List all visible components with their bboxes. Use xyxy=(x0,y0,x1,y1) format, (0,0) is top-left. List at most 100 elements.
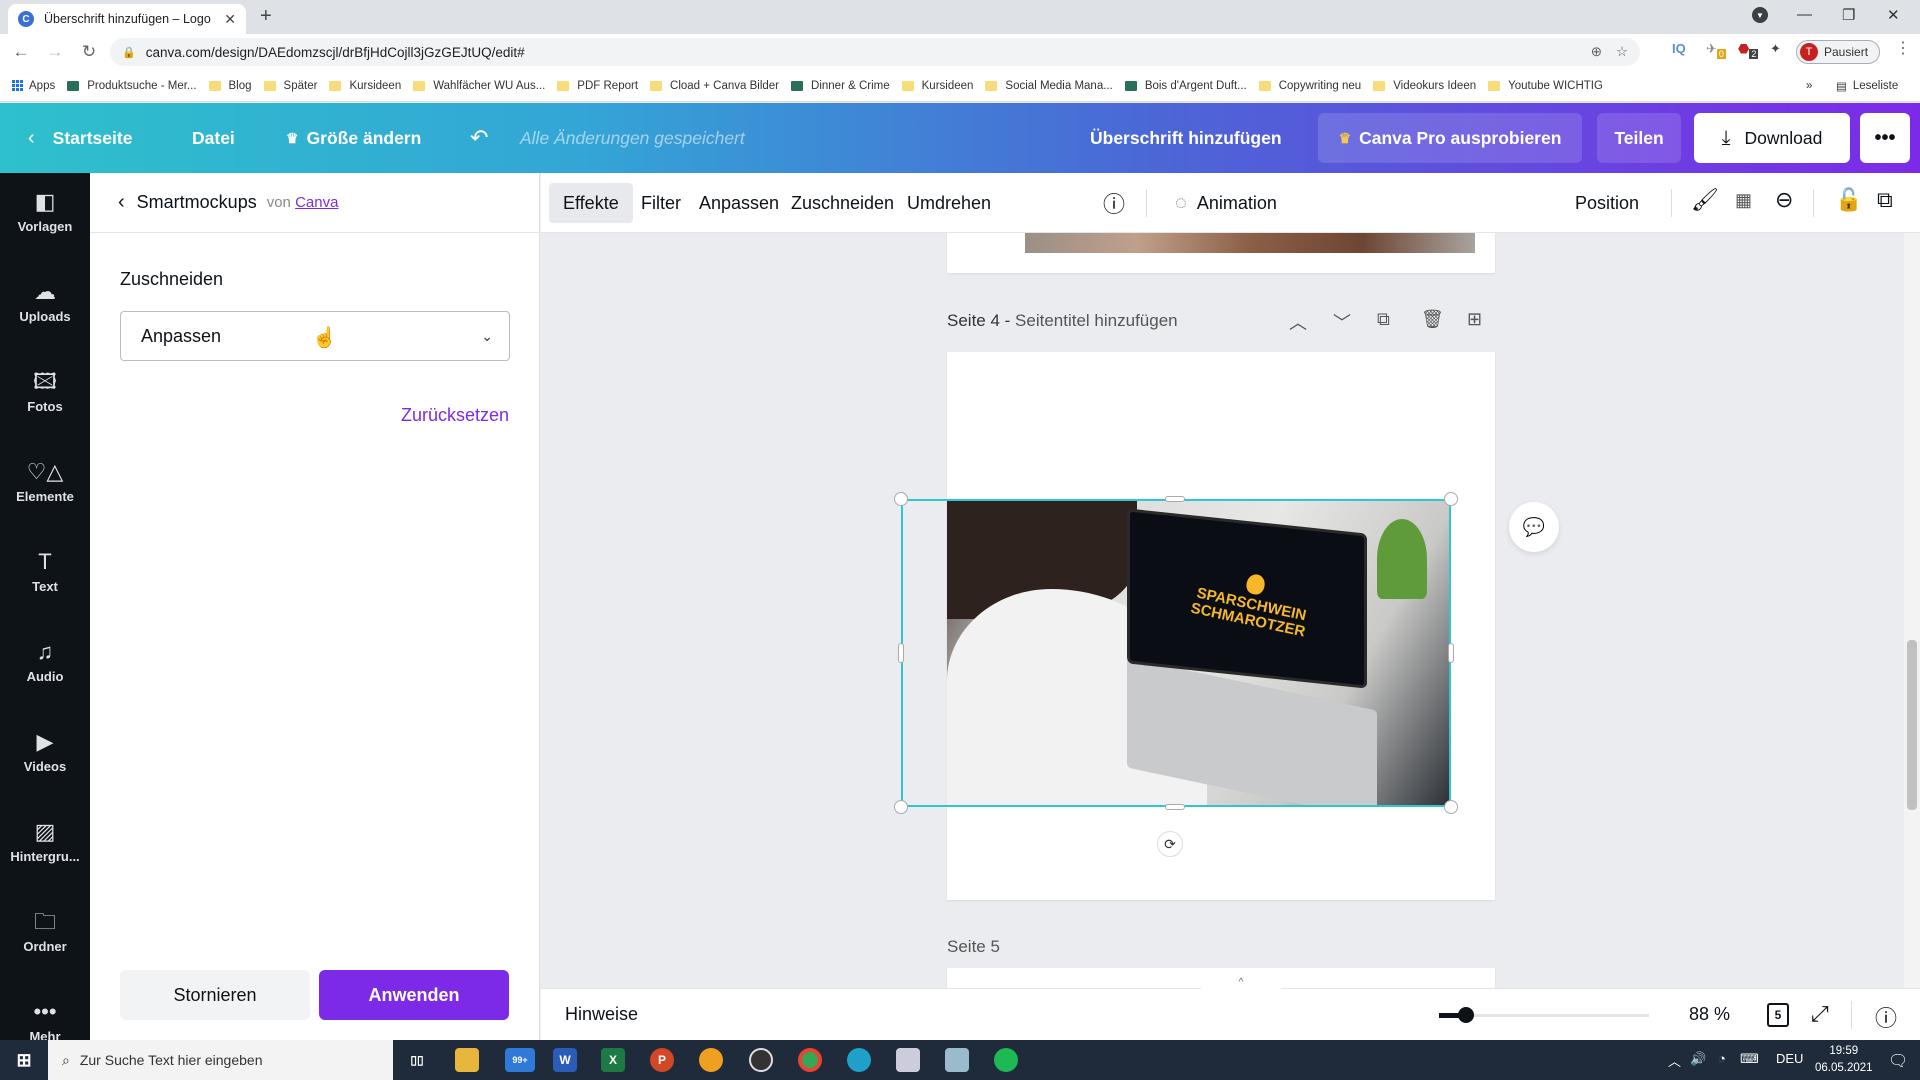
bookmark-star-icon[interactable]: ☆ xyxy=(1616,44,1628,60)
fullscreen-icon[interactable]: ⤢ xyxy=(1811,1001,1829,1027)
design-title[interactable]: Überschrift hinzufügen xyxy=(1090,103,1282,173)
close-window-button[interactable]: ✕ xyxy=(1887,6,1900,24)
file-explorer-icon[interactable] xyxy=(455,1048,479,1072)
chrome-icon[interactable] xyxy=(798,1048,822,1072)
app-icon[interactable] xyxy=(896,1048,920,1072)
bookmark-item[interactable]: Social Media Mana... xyxy=(985,80,1113,92)
new-tab-button[interactable]: + xyxy=(260,5,272,28)
browser-menu-icon[interactable]: ⋮ xyxy=(1895,38,1911,58)
page-count-button[interactable]: 5 xyxy=(1767,1003,1789,1027)
close-tab-icon[interactable]: ✕ xyxy=(224,11,236,28)
taskbar-search[interactable]: ⌕ Zur Suche Text hier eingeben xyxy=(48,1040,393,1080)
language-indicator[interactable]: DEU xyxy=(1776,1051,1803,1066)
sidebar-item-ordner[interactable]: 🗀 Ordner xyxy=(0,907,90,987)
word-icon[interactable]: W xyxy=(553,1048,577,1072)
excel-icon[interactable]: X xyxy=(601,1048,625,1072)
restore-button[interactable]: ❐ xyxy=(1842,6,1855,24)
resize-handle-right[interactable] xyxy=(1448,643,1454,663)
paint-roller-icon[interactable]: 🖌 xyxy=(1691,187,1719,213)
minimize-button[interactable]: — xyxy=(1797,6,1812,23)
bookmark-item[interactable]: Blog xyxy=(208,80,252,92)
zoom-page-icon[interactable]: ⊕ xyxy=(1591,44,1602,60)
move-page-up-icon[interactable]: ︿ xyxy=(1289,309,1307,335)
obs-icon[interactable] xyxy=(749,1048,773,1072)
page-3[interactable] xyxy=(947,233,1495,273)
bookmark-item[interactable]: Dinner & Crime xyxy=(791,80,890,92)
resize-handle-bottom-left[interactable] xyxy=(894,800,908,814)
resize-handle-top[interactable] xyxy=(1165,496,1185,502)
app-icon[interactable] xyxy=(945,1048,969,1072)
reload-icon[interactable]: ↻ xyxy=(76,42,102,62)
share-button[interactable]: Teilen xyxy=(1597,113,1681,163)
browser-tab[interactable]: C Überschrift hinzufügen – Logo ✕ xyxy=(8,4,246,34)
expand-pages-button[interactable]: ^ xyxy=(1201,977,1281,991)
zoom-percent[interactable]: 88 % xyxy=(1689,1004,1730,1025)
extensions-puzzle-icon[interactable]: ✦ xyxy=(1770,41,1781,57)
tab-zuschneiden[interactable]: Zuschneiden xyxy=(777,183,908,223)
scrollbar-thumb[interactable] xyxy=(1907,640,1917,810)
mail-icon[interactable]: 99+ xyxy=(505,1048,535,1072)
reset-link[interactable]: Zurücksetzen xyxy=(401,405,509,426)
bookmark-item[interactable]: Kursideen xyxy=(901,80,973,92)
bookmark-item[interactable]: PDF Report xyxy=(557,80,638,92)
delete-page-icon[interactable]: 🗑 xyxy=(1421,309,1444,330)
clock[interactable]: 19:59 06.05.2021 xyxy=(1815,1043,1873,1077)
resize-button[interactable]: ♛ Größe ändern xyxy=(286,103,421,173)
spotify-icon[interactable] xyxy=(994,1048,1018,1072)
bookmark-item[interactable]: Apps xyxy=(12,80,55,92)
bookmarks-more-button[interactable]: » xyxy=(1806,80,1812,92)
bookmark-item[interactable]: Produktsuche - Mer... xyxy=(67,80,197,92)
windows-start-icon[interactable]: ⊞ xyxy=(12,1048,36,1072)
adblock-icon[interactable]: ⬣ 2 xyxy=(1738,41,1759,59)
bookmark-item[interactable]: Später xyxy=(263,80,317,92)
download-button[interactable]: ⤓ Download xyxy=(1694,113,1850,163)
ext-iq-icon[interactable]: IQ xyxy=(1672,41,1686,56)
page-3-image[interactable] xyxy=(1025,233,1475,253)
sidebar-item-hintergru[interactable]: ▨ Hintergru... xyxy=(0,817,90,897)
bookmark-item[interactable]: Youtube WICHTIG xyxy=(1488,80,1603,92)
bookmark-item[interactable]: Copywriting neu xyxy=(1258,80,1361,92)
bookmark-item[interactable]: Videokurs Ideen xyxy=(1373,80,1476,92)
back-icon[interactable]: ← xyxy=(8,42,34,62)
tab-search-icon[interactable]: ▼ xyxy=(1752,7,1768,23)
wifi-icon[interactable]: ◔ xyxy=(1718,1051,1726,1066)
page-4-title[interactable]: Seite 4 - Seitentitel hinzufügen xyxy=(947,311,1178,331)
profile-button[interactable]: T Pausiert xyxy=(1796,40,1880,64)
sidebar-item-elemente[interactable]: ♡△ Elemente xyxy=(0,457,90,537)
volume-icon[interactable]: 🔊 xyxy=(1690,1051,1706,1067)
more-options-button[interactable]: ••• xyxy=(1860,113,1910,163)
apply-button[interactable]: Anwenden xyxy=(319,970,509,1020)
edge-icon[interactable] xyxy=(847,1048,871,1072)
resize-handle-bottom-right[interactable] xyxy=(1444,800,1458,814)
ext-tracker-icon[interactable]: ✈ 0 xyxy=(1706,41,1726,59)
cancel-button[interactable]: Stornieren xyxy=(120,970,310,1020)
home-button[interactable]: ‹ Startseite xyxy=(28,103,132,173)
tray-chevron-icon[interactable]: ︿ xyxy=(1668,1051,1681,1070)
resize-handle-top-left[interactable] xyxy=(894,492,908,506)
tab-effekte[interactable]: Effekte xyxy=(549,183,633,223)
back-chevron-icon[interactable]: ‹ xyxy=(118,191,125,214)
sidebar-item-uploads[interactable]: ☁ Uploads xyxy=(0,277,90,357)
sidebar-item-audio[interactable]: ♫ Audio xyxy=(0,637,90,717)
file-menu-button[interactable]: Datei xyxy=(192,103,235,173)
canva-link[interactable]: Canva xyxy=(295,194,338,211)
animation-button[interactable]: ◌ Animation xyxy=(1161,183,1291,223)
add-comment-icon[interactable]: 💬 xyxy=(1509,502,1559,552)
help-icon[interactable]: ⓘ xyxy=(1875,1001,1897,1033)
duplicate-icon[interactable]: ⧉ xyxy=(1877,187,1893,213)
bookmark-item[interactable]: Bois d'Argent Duft... xyxy=(1124,80,1247,92)
forward-icon[interactable]: → xyxy=(42,42,68,62)
info-icon[interactable]: ⓘ xyxy=(1103,187,1125,219)
sidebar-item-videos[interactable]: ▶ Videos xyxy=(0,727,90,807)
page-5-title[interactable]: Seite 5 xyxy=(947,937,1000,957)
sidebar-item-fotos[interactable]: 🖾 Fotos xyxy=(0,367,90,447)
unlock-icon[interactable]: 🔓 xyxy=(1835,187,1862,213)
bookmark-item[interactable]: Cload + Canva Bilder xyxy=(650,80,779,92)
transparency-icon[interactable]: ▦ xyxy=(1735,190,1752,211)
task-view-icon[interactable]: ▯▯ xyxy=(405,1048,429,1072)
sidebar-item-text[interactable]: T Text xyxy=(0,547,90,627)
app-icon[interactable] xyxy=(699,1048,723,1072)
resize-handle-top-right[interactable] xyxy=(1444,492,1458,506)
link-icon[interactable]: ⊖ xyxy=(1775,187,1793,213)
sidebar-item-vorlagen[interactable]: ◧ Vorlagen xyxy=(0,187,90,267)
